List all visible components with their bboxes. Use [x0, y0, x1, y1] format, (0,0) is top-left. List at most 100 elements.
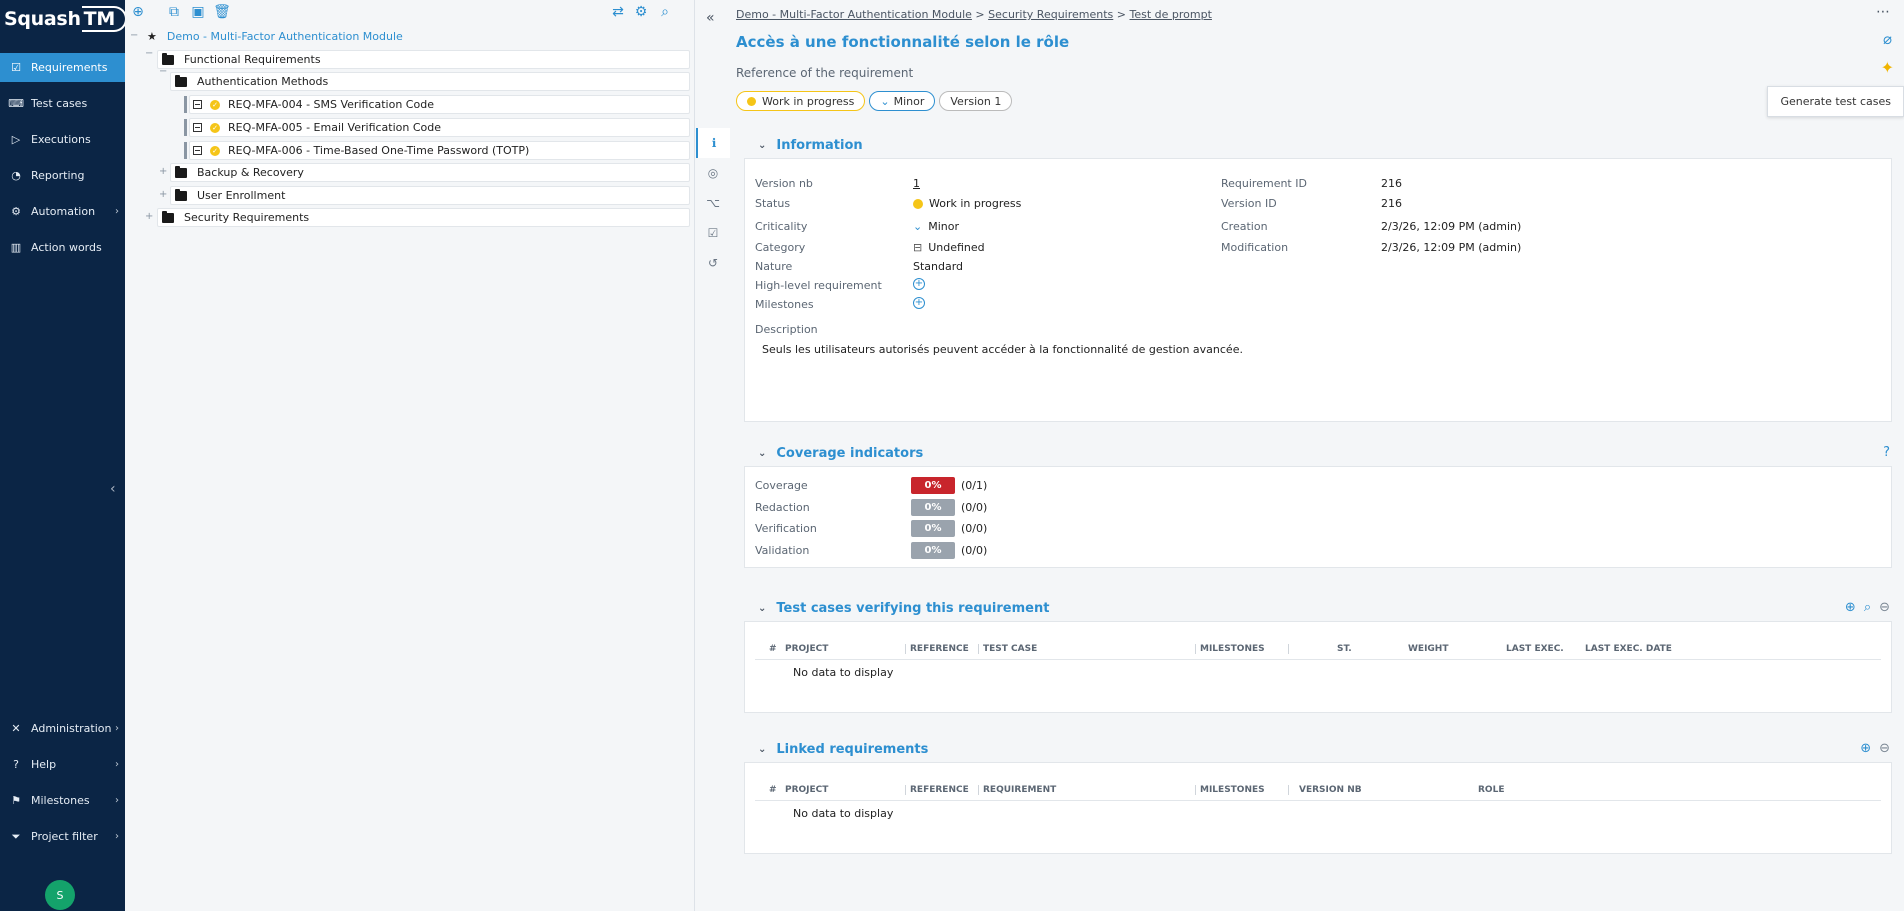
tab-verification[interactable]: ☑: [696, 218, 730, 248]
user-avatar[interactable]: S: [45, 880, 75, 910]
sidebar-item-automation[interactable]: ⚙ Automation ›: [0, 197, 125, 226]
redaction-indicator: 0% (0/0): [911, 499, 987, 516]
requirement-reference[interactable]: Reference of the requirement: [736, 66, 913, 80]
settings-icon[interactable]: ⚙: [632, 3, 650, 21]
column-last-exec[interactable]: LAST EXEC.: [1506, 644, 1564, 654]
drag-handle[interactable]: [184, 96, 187, 113]
sidebar-item-help[interactable]: ? Help ›: [0, 750, 125, 779]
tree-project[interactable]: ★ Demo - Multi-Factor Authentication Mod…: [147, 27, 403, 46]
breadcrumb-current[interactable]: Test de prompt: [1130, 8, 1212, 21]
column-test-case[interactable]: TEST CASE: [978, 644, 1037, 654]
column-milestones[interactable]: MILESTONES: [1195, 785, 1265, 795]
column-milestones[interactable]: MILESTONES: [1195, 644, 1265, 654]
category-field[interactable]: ⊟ Undefined: [913, 241, 985, 254]
tab-hierarchy[interactable]: ⌥: [696, 188, 730, 218]
chevron-right-icon: ›: [115, 723, 119, 734]
column-last-exec-date[interactable]: LAST EXEC. DATE: [1585, 644, 1672, 654]
drag-handle[interactable]: [184, 142, 187, 159]
column-reference[interactable]: REFERENCE: [905, 644, 969, 654]
tree-folder-enrollment[interactable]: User Enrollment: [170, 186, 690, 205]
criticality-field[interactable]: ⌄ Minor: [913, 220, 959, 233]
description-field[interactable]: Seuls les utilisateurs autorisés peuvent…: [762, 343, 1243, 356]
linked-requirements-header[interactable]: ⌄ Linked requirements: [744, 736, 1892, 762]
more-options-icon[interactable]: ⋯: [1876, 4, 1890, 20]
page-title[interactable]: Accès à une fonctionnalité selon le rôle: [736, 33, 1069, 51]
column-project[interactable]: PROJECT: [785, 785, 828, 795]
column-version-nb[interactable]: VERSION NB: [1288, 785, 1362, 795]
coverage-header[interactable]: ⌄ Coverage indicators: [744, 440, 1892, 466]
column-weight[interactable]: WEIGHT: [1408, 644, 1448, 654]
drag-handle[interactable]: [184, 119, 187, 136]
expand-toggle[interactable]: +: [159, 189, 167, 200]
search-icon[interactable]: ⌕: [656, 3, 674, 21]
tab-information[interactable]: ℹ: [696, 128, 730, 158]
add-high-level-button[interactable]: +: [913, 278, 925, 290]
sidebar-item-administration[interactable]: ✕ Administration ›: [0, 714, 125, 743]
column-project[interactable]: PROJECT: [785, 644, 828, 654]
copy-icon[interactable]: ⧉: [165, 3, 183, 21]
table-header: # PROJECT REFERENCE REQUIREMENT MILESTON…: [755, 783, 1881, 801]
remove-linked-requirement-icon[interactable]: ⊖: [1879, 741, 1890, 756]
sidebar-item-executions[interactable]: ▷ Executions: [0, 125, 125, 154]
criticality-badge[interactable]: ⌄ Minor: [869, 91, 936, 111]
attachment-icon[interactable]: ⌀: [1883, 30, 1892, 48]
sidebar-item-requirements[interactable]: ☑ Requirements: [0, 53, 125, 82]
status-badge[interactable]: Work in progress: [736, 91, 866, 111]
validation-indicator: 0% (0/0): [911, 542, 987, 559]
sidebar-item-label: Requirements: [31, 61, 108, 74]
side-tabs: ℹ ◎ ⌥ ☑ ↺: [696, 128, 730, 278]
breadcrumb-project[interactable]: Demo - Multi-Factor Authentication Modul…: [736, 8, 972, 21]
add-icon[interactable]: ⊕: [129, 3, 147, 21]
chevron-down-icon: ⌄: [758, 447, 767, 459]
add-milestone-button[interactable]: +: [913, 297, 925, 309]
sidebar-item-label: Help: [31, 758, 57, 771]
paste-icon[interactable]: ▣: [189, 3, 207, 21]
sparkle-icon[interactable]: ✦: [1881, 58, 1894, 77]
tab-coverage[interactable]: ◎: [696, 158, 730, 188]
tree-requirement[interactable]: ✓ REQ-MFA-004 - SMS Verification Code: [189, 95, 690, 114]
sidebar-item-milestones[interactable]: ⚑ Milestones ›: [0, 786, 125, 815]
collapse-sidebar-icon[interactable]: ‹: [110, 481, 116, 497]
version-badge[interactable]: Version 1: [939, 91, 1013, 111]
test-cases-header[interactable]: ⌄ Test cases verifying this requirement: [744, 595, 1892, 621]
tree-folder-backup[interactable]: Backup & Recovery: [170, 163, 690, 182]
sidebar-item-reporting[interactable]: ◔ Reporting: [0, 161, 125, 190]
collapse-toggle[interactable]: −: [145, 48, 153, 59]
column-status[interactable]: ST.: [1288, 644, 1352, 654]
remove-test-case-icon[interactable]: ⊖: [1879, 600, 1890, 615]
tree-folder-security[interactable]: Security Requirements: [157, 208, 690, 227]
collapse-panel-icon[interactable]: «: [706, 10, 715, 26]
sidebar-item-test-cases[interactable]: ⌨ Test cases: [0, 89, 125, 118]
chevron-double-down-icon: ⌄: [880, 94, 890, 108]
tab-history[interactable]: ↺: [696, 248, 730, 278]
breadcrumb-folder[interactable]: Security Requirements: [988, 8, 1113, 21]
tree-requirement[interactable]: ✓ REQ-MFA-006 - Time-Based One-Time Pass…: [189, 141, 690, 160]
sidebar-item-action-words[interactable]: ▥ Action words: [0, 233, 125, 262]
delete-icon[interactable]: 🗑: [213, 3, 231, 21]
tree-requirement[interactable]: ✓ REQ-MFA-005 - Email Verification Code: [189, 118, 690, 137]
chevron-right-icon: ›: [115, 795, 119, 806]
status-field[interactable]: Work in progress: [913, 197, 1021, 210]
column-role[interactable]: ROLE: [1478, 785, 1504, 795]
column-requirement[interactable]: REQUIREMENT: [978, 785, 1056, 795]
expand-toggle[interactable]: +: [145, 211, 153, 222]
help-circle-icon[interactable]: ?: [1883, 445, 1890, 460]
add-linked-requirement-icon[interactable]: ⊕: [1860, 741, 1871, 756]
add-test-case-icon[interactable]: ⊕: [1845, 600, 1856, 615]
information-header[interactable]: ⌄ Information: [744, 132, 1892, 158]
sidebar-item-label: Administration: [31, 722, 112, 735]
expand-toggle[interactable]: +: [159, 166, 167, 177]
status-wip-icon: ✓: [210, 99, 220, 110]
collapse-toggle[interactable]: −: [130, 30, 138, 41]
search-test-case-icon[interactable]: ⌕: [1864, 600, 1871, 615]
tree-folder-functional[interactable]: Functional Requirements: [157, 50, 690, 69]
automation-icon: ⚙: [11, 205, 21, 218]
squashtm-logo[interactable]: Squash TM: [0, 0, 127, 38]
version-nb-link[interactable]: 1: [913, 177, 920, 190]
column-reference[interactable]: REFERENCE: [905, 785, 969, 795]
tree-folder-auth-methods[interactable]: Authentication Methods: [170, 72, 690, 91]
nature-field[interactable]: Standard: [913, 260, 963, 273]
collapse-toggle[interactable]: −: [159, 66, 167, 77]
transfer-icon[interactable]: ⇄: [609, 3, 627, 21]
sidebar-item-project-filter[interactable]: ⏷ Project filter ›: [0, 822, 125, 851]
